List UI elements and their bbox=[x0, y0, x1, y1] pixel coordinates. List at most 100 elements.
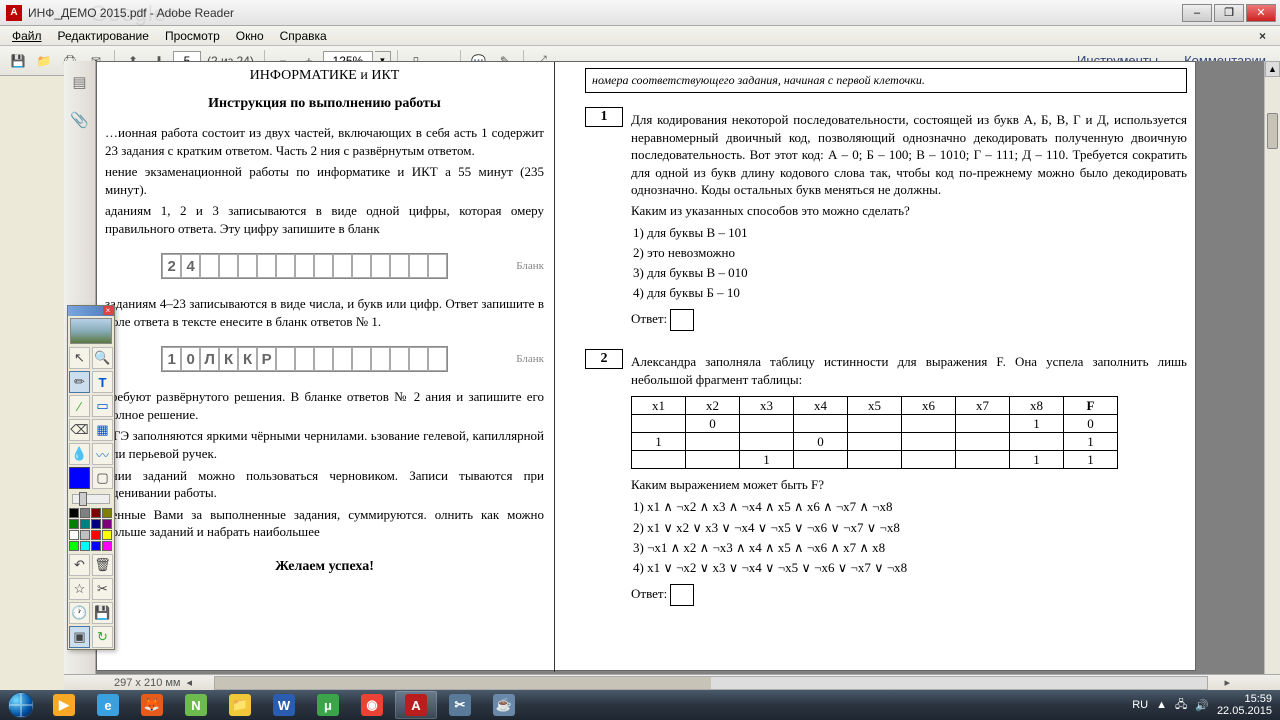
system-tray[interactable]: RU ▲ 🖧 🔊 15:5922.05.2015 bbox=[1132, 693, 1280, 717]
taskbar-item-explorer[interactable]: 📁 bbox=[219, 691, 261, 719]
clock-tool-icon[interactable]: 🕐 bbox=[69, 602, 90, 624]
color-swatch[interactable] bbox=[102, 519, 112, 529]
text-tool-icon[interactable]: T bbox=[92, 371, 113, 393]
select-tool-icon[interactable]: ↖ bbox=[69, 347, 90, 369]
document-viewport[interactable]: ИНФОРМАТИКЕ и ИКТ Инструкция по выполнен… bbox=[96, 61, 1264, 690]
color-swatch[interactable] bbox=[69, 519, 79, 529]
dropper-tool-icon[interactable]: 💧 bbox=[69, 443, 90, 465]
answer-label-2: Ответ: bbox=[631, 586, 667, 601]
color-swatch[interactable] bbox=[102, 541, 112, 551]
taskbar-item-screenshot[interactable]: ✂ bbox=[439, 691, 481, 719]
wish-text: Желаем успеха! bbox=[105, 559, 544, 575]
windows-taskbar[interactable]: ▶e 🦊 N📁 Wμ ◉ A ✂ ☕ RU ▲ 🖧 🔊 15:5922.05.2015 bbox=[0, 690, 1280, 720]
horizontal-scrollbar[interactable] bbox=[214, 676, 1208, 690]
palette-close-icon[interactable]: × bbox=[103, 306, 113, 315]
color-swatch[interactable] bbox=[80, 508, 90, 518]
color-swatch[interactable] bbox=[69, 541, 79, 551]
taskbar-item-player[interactable]: ▶ bbox=[43, 691, 85, 719]
drawing-tool-palette[interactable]: × ↖🔍 ✏T ∕▭ ⌫▦ 💧〰 ▢ ↶🗑 ☆✂ 🕐💾 ▣↻ bbox=[67, 305, 115, 650]
hscroll-thumb[interactable] bbox=[215, 677, 711, 689]
answer-box-1 bbox=[670, 309, 694, 331]
close-doc-button[interactable]: × bbox=[1251, 27, 1274, 45]
menu-help[interactable]: Справка bbox=[272, 27, 335, 45]
color-swatch[interactable] bbox=[91, 508, 101, 518]
menu-edit[interactable]: Редактирование bbox=[50, 27, 157, 45]
color-swatch[interactable] bbox=[69, 530, 79, 540]
color-swatch[interactable] bbox=[80, 530, 90, 540]
current-color-swatch[interactable] bbox=[69, 467, 90, 489]
color-swatch[interactable] bbox=[80, 519, 90, 529]
scroll-up-icon[interactable]: ▲ bbox=[1265, 61, 1280, 77]
taskbar-item-firefox[interactable]: 🦊 bbox=[131, 691, 173, 719]
color-swatch[interactable] bbox=[80, 541, 90, 551]
open-icon[interactable]: 📁 bbox=[32, 49, 56, 73]
adobe-icon: A bbox=[405, 694, 427, 716]
q1-options: 1) для буквы В – 1012) это невозможно3) … bbox=[633, 223, 1187, 304]
left-p2: нение экзаменационной работы по информат… bbox=[105, 163, 544, 198]
taskbar-item-word[interactable]: W bbox=[263, 691, 305, 719]
marker-tool-icon[interactable]: ∕ bbox=[69, 395, 90, 417]
window-titlebar: A ИНФ_ДЕМО 2015.pdf - Adobe Reader – ❐ ✕ bbox=[0, 0, 1280, 26]
minimize-button[interactable]: – bbox=[1182, 4, 1212, 22]
left-p6: ЕГЭ заполняются яркими чёрными чернилами… bbox=[105, 427, 544, 462]
color-swatch[interactable] bbox=[91, 530, 101, 540]
tray-lang[interactable]: RU bbox=[1132, 699, 1148, 711]
taskbar-item-java[interactable]: ☕ bbox=[483, 691, 525, 719]
taskbar-item-adobe[interactable]: A bbox=[395, 691, 437, 719]
taskbar-item-utorrent[interactable]: μ bbox=[307, 691, 349, 719]
save-icon[interactable]: 💾 bbox=[6, 49, 30, 73]
taskbar-item-ie[interactable]: e bbox=[87, 691, 129, 719]
eraser-tool-icon[interactable]: ⌫ bbox=[69, 419, 90, 441]
color-swatch[interactable] bbox=[102, 508, 112, 518]
tray-clock[interactable]: 15:5922.05.2015 bbox=[1217, 693, 1272, 717]
attachments-icon[interactable]: 📎 bbox=[69, 109, 91, 131]
word-icon: W bbox=[273, 694, 295, 716]
brush-tool-icon[interactable]: 〰 bbox=[92, 443, 113, 465]
firefox-icon: 🦊 bbox=[141, 694, 163, 716]
start-button[interactable] bbox=[0, 690, 42, 720]
stamp-tool-icon[interactable]: ☆ bbox=[69, 578, 90, 600]
note-box: номера соответствующего задания, начиная… bbox=[585, 68, 1187, 93]
capture-tool-icon[interactable]: ▣ bbox=[69, 626, 90, 648]
opacity-slider[interactable] bbox=[72, 494, 110, 504]
menu-view[interactable]: Просмотр bbox=[157, 27, 228, 45]
taskbar-item-notepadpp[interactable]: N bbox=[175, 691, 217, 719]
q2-options: 1) x1 ∧ ¬x2 ∧ x3 ∧ ¬x4 ∧ x5 ∧ x6 ∧ ¬x7 ∧… bbox=[633, 497, 1187, 578]
chrome-icon: ◉ bbox=[361, 694, 383, 716]
menu-file[interactable]: Файл bbox=[4, 27, 50, 45]
color-swatch[interactable] bbox=[102, 530, 112, 540]
pencil-tool-icon[interactable]: ✏ bbox=[69, 371, 90, 393]
scroll-thumb[interactable] bbox=[1267, 113, 1278, 149]
left-p7: ении заданий можно пользоваться черновик… bbox=[105, 467, 544, 502]
tray-flag-icon[interactable]: ▲ bbox=[1156, 699, 1167, 711]
cut-tool-icon[interactable]: ✂ bbox=[92, 578, 113, 600]
maximize-button[interactable]: ❐ bbox=[1214, 4, 1244, 22]
fill-tool-icon[interactable]: ▢ bbox=[92, 467, 113, 489]
refresh-tool-icon[interactable]: ↻ bbox=[92, 626, 113, 648]
palette-header[interactable]: × bbox=[68, 306, 114, 316]
thumbnails-icon[interactable]: ▤ bbox=[69, 71, 91, 93]
close-button[interactable]: ✕ bbox=[1246, 4, 1276, 22]
color-swatch[interactable] bbox=[91, 519, 101, 529]
tray-network-icon[interactable]: 🖧 bbox=[1175, 696, 1187, 715]
q2-ask: Каким выражением может быть F? bbox=[631, 477, 1187, 493]
answer-grid-1: 24 bbox=[161, 253, 448, 279]
zoom-tool-icon[interactable]: 🔍 bbox=[92, 347, 113, 369]
slider-knob[interactable] bbox=[79, 492, 87, 506]
save-tool-icon[interactable]: 💾 bbox=[92, 602, 113, 624]
grid-tool-icon[interactable]: ▦ bbox=[92, 419, 113, 441]
vertical-scrollbar[interactable]: ▲ ▼ bbox=[1264, 61, 1280, 690]
taskbar-item-chrome[interactable]: ◉ bbox=[351, 691, 393, 719]
undo-icon[interactable]: ↶ bbox=[69, 554, 90, 576]
truth-table: x1x2x3x4x5x6x7x8F010101111 bbox=[631, 396, 1118, 469]
color-palette-grid[interactable] bbox=[69, 508, 113, 551]
window-title: ИНФ_ДЕМО 2015.pdf - Adobe Reader bbox=[28, 6, 234, 20]
menu-window[interactable]: Окно bbox=[228, 27, 272, 45]
trash-icon[interactable]: 🗑 bbox=[92, 554, 113, 576]
java-icon: ☕ bbox=[493, 694, 515, 716]
color-swatch[interactable] bbox=[69, 508, 79, 518]
tray-volume-icon[interactable]: 🔊 bbox=[1195, 699, 1209, 712]
color-swatch[interactable] bbox=[91, 541, 101, 551]
rect-tool-icon[interactable]: ▭ bbox=[92, 395, 113, 417]
left-p3: аданиям 1, 2 и 3 записываются в виде одн… bbox=[105, 202, 544, 237]
